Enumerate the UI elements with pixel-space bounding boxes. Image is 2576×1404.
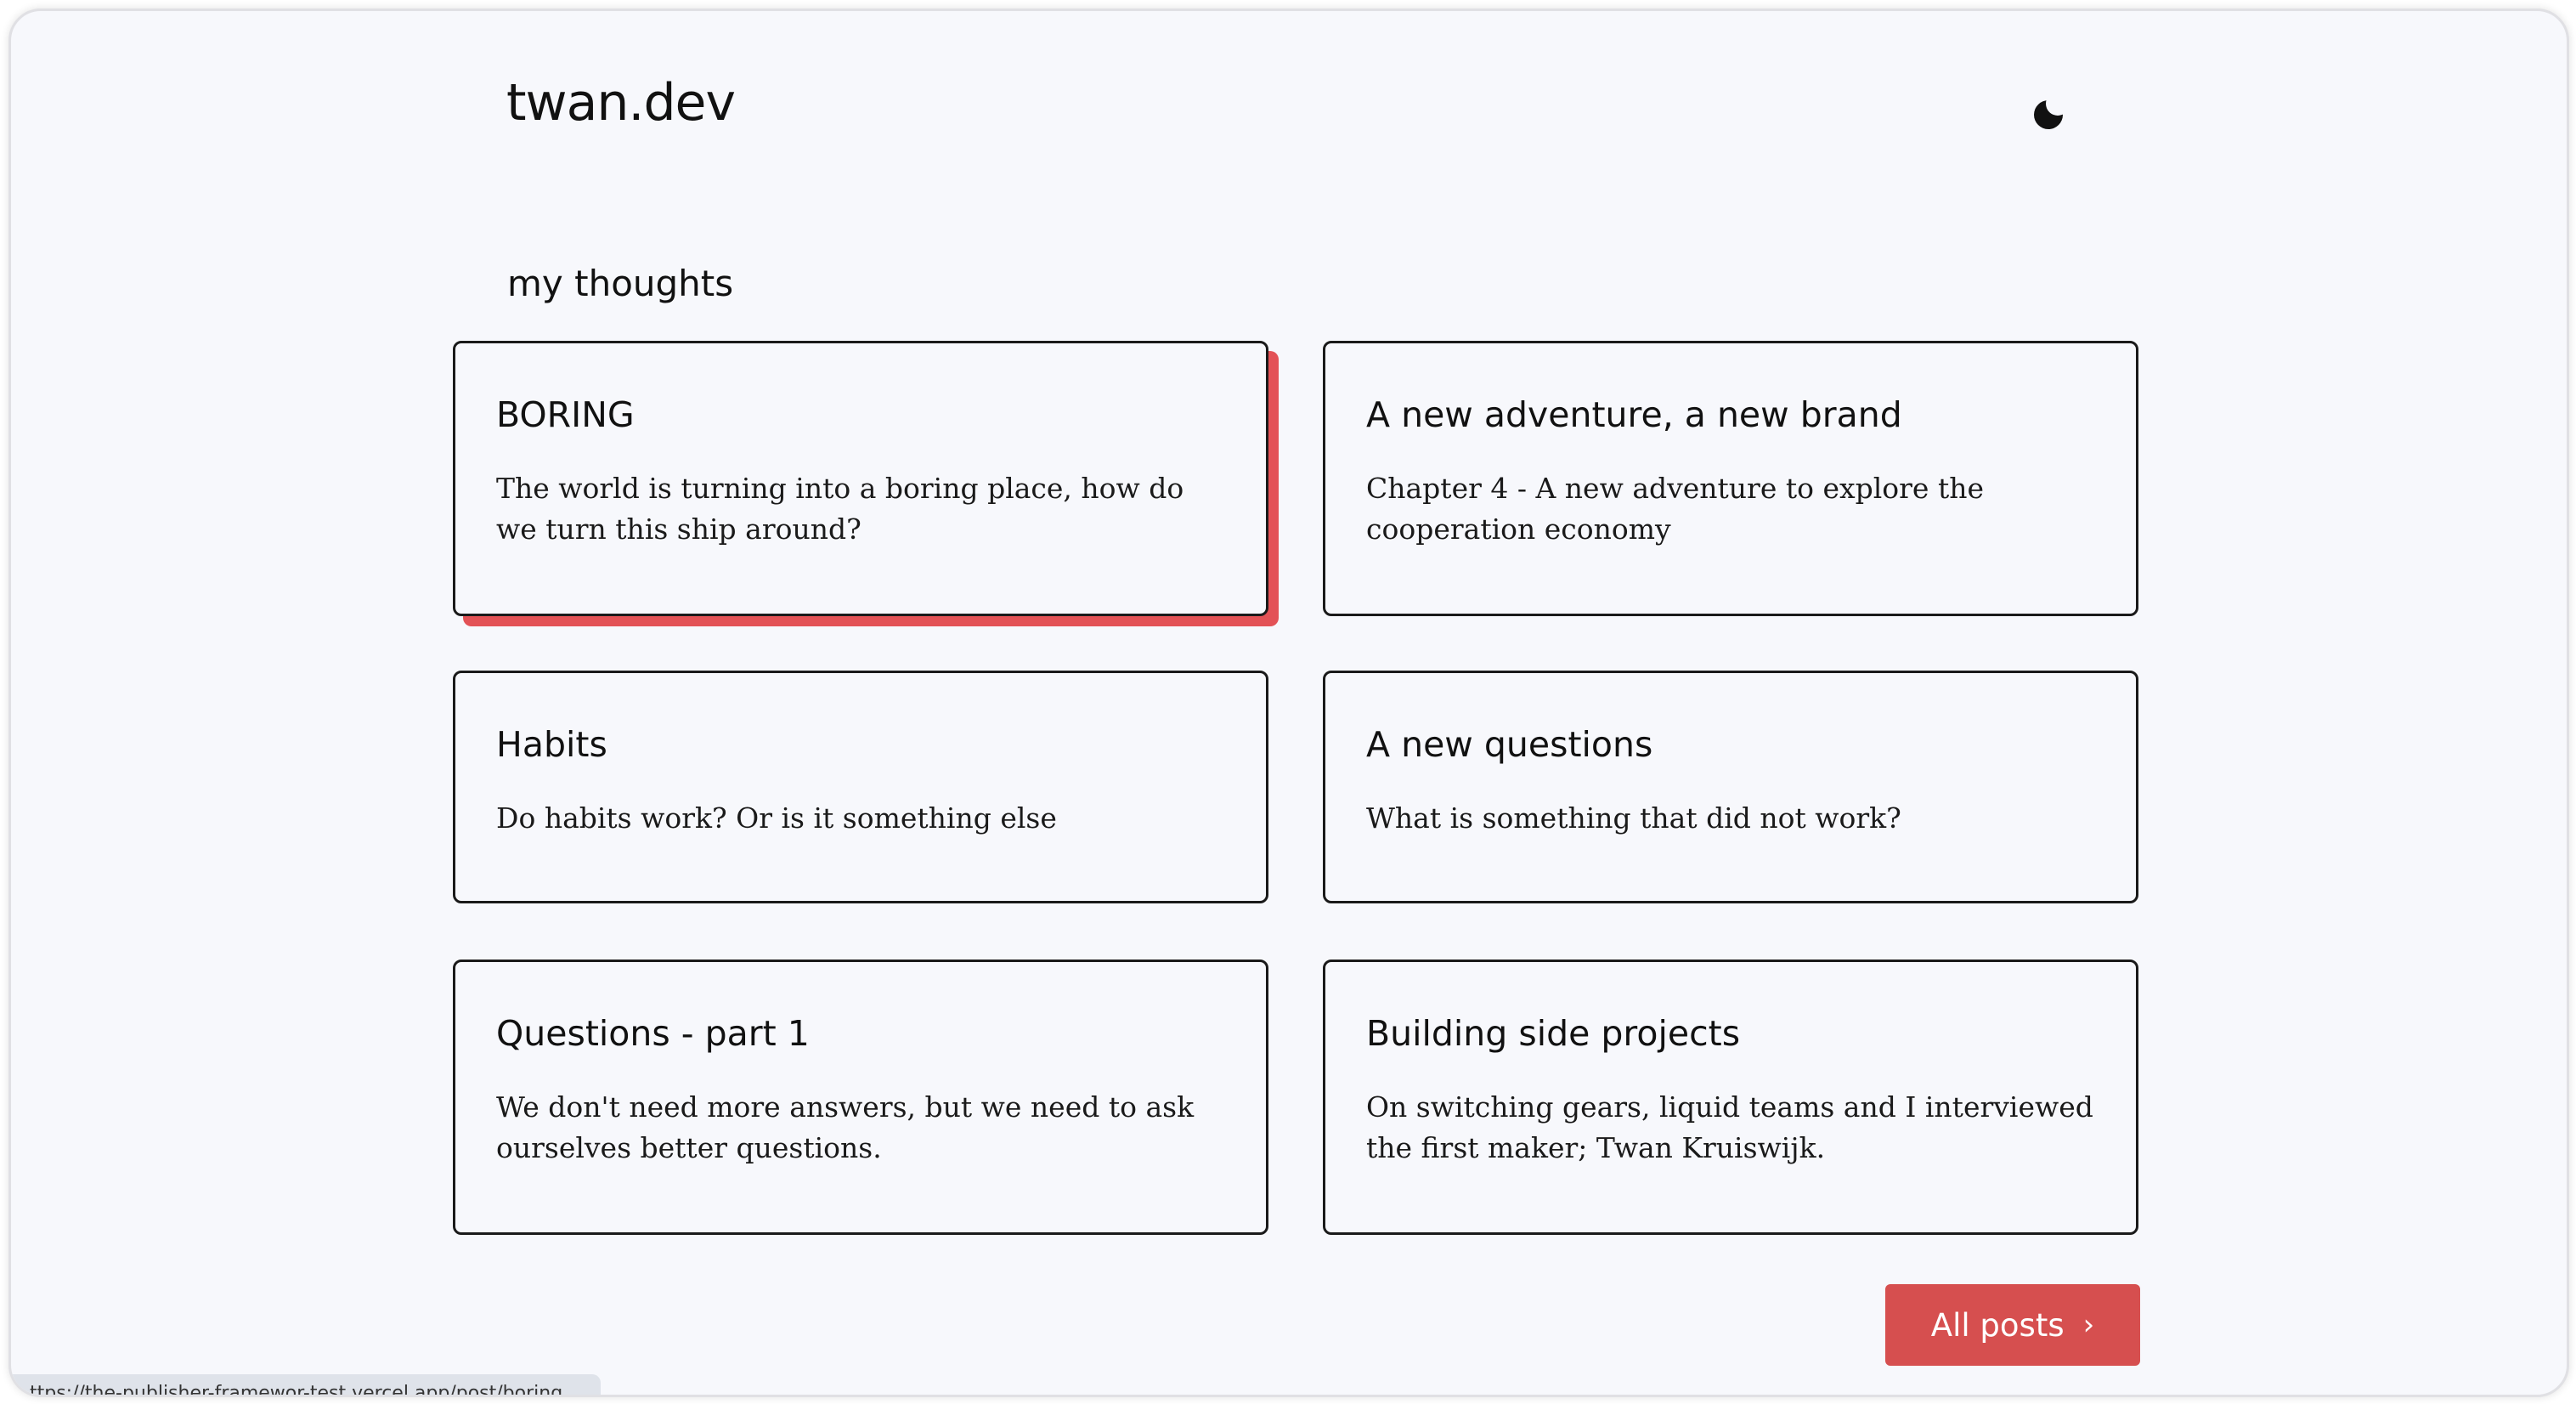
post-card-description: Chapter 4 - A new adventure to explore t… (1366, 472, 1984, 546)
post-card-new-adventure[interactable]: A new adventure, a new brand Chapter 4 -… (1323, 341, 2138, 616)
post-card-description: Do habits work? Or is it something else (496, 801, 1057, 835)
status-bar-url: ttps://the-publisher-framewor-test.verce… (11, 1374, 601, 1395)
post-card-title: Building side projects (1366, 1013, 1741, 1054)
site-logo[interactable]: twan.dev (506, 77, 736, 128)
post-card-boring[interactable]: BORING The world is turning into a borin… (453, 341, 1268, 616)
browser-viewport: twan.dev my thoughts BORING The world is… (8, 8, 2569, 1397)
post-card-questions-part-1[interactable]: Questions - part 1 We don't need more an… (453, 960, 1268, 1235)
post-card-description: What is something that did not work? (1366, 801, 1901, 835)
post-card-new-questions[interactable]: A new questions What is something that d… (1323, 671, 2138, 903)
chevron-right-icon: › (2082, 1308, 2095, 1342)
post-card-title: A new adventure, a new brand (1366, 394, 1902, 435)
post-card-title: Habits (496, 724, 607, 765)
post-card-title: BORING (496, 394, 635, 435)
theme-toggle-button[interactable] (2026, 93, 2070, 137)
moon-icon (2034, 100, 2063, 129)
all-posts-label: All posts (1930, 1306, 2065, 1344)
all-posts-button[interactable]: All posts › (1885, 1284, 2140, 1366)
post-card-title: A new questions (1366, 724, 1653, 765)
post-card-description: The world is turning into a boring place… (496, 472, 1184, 546)
post-card-habits[interactable]: Habits Do habits work? Or is it somethin… (453, 671, 1268, 903)
post-card-description: We don't need more answers, but we need … (496, 1090, 1195, 1164)
post-card-title: Questions - part 1 (496, 1013, 810, 1054)
post-card-side-projects[interactable]: Building side projects On switching gear… (1323, 960, 2138, 1235)
post-card-description: On switching gears, liquid teams and I i… (1366, 1090, 2093, 1164)
section-title: my thoughts (507, 263, 734, 304)
